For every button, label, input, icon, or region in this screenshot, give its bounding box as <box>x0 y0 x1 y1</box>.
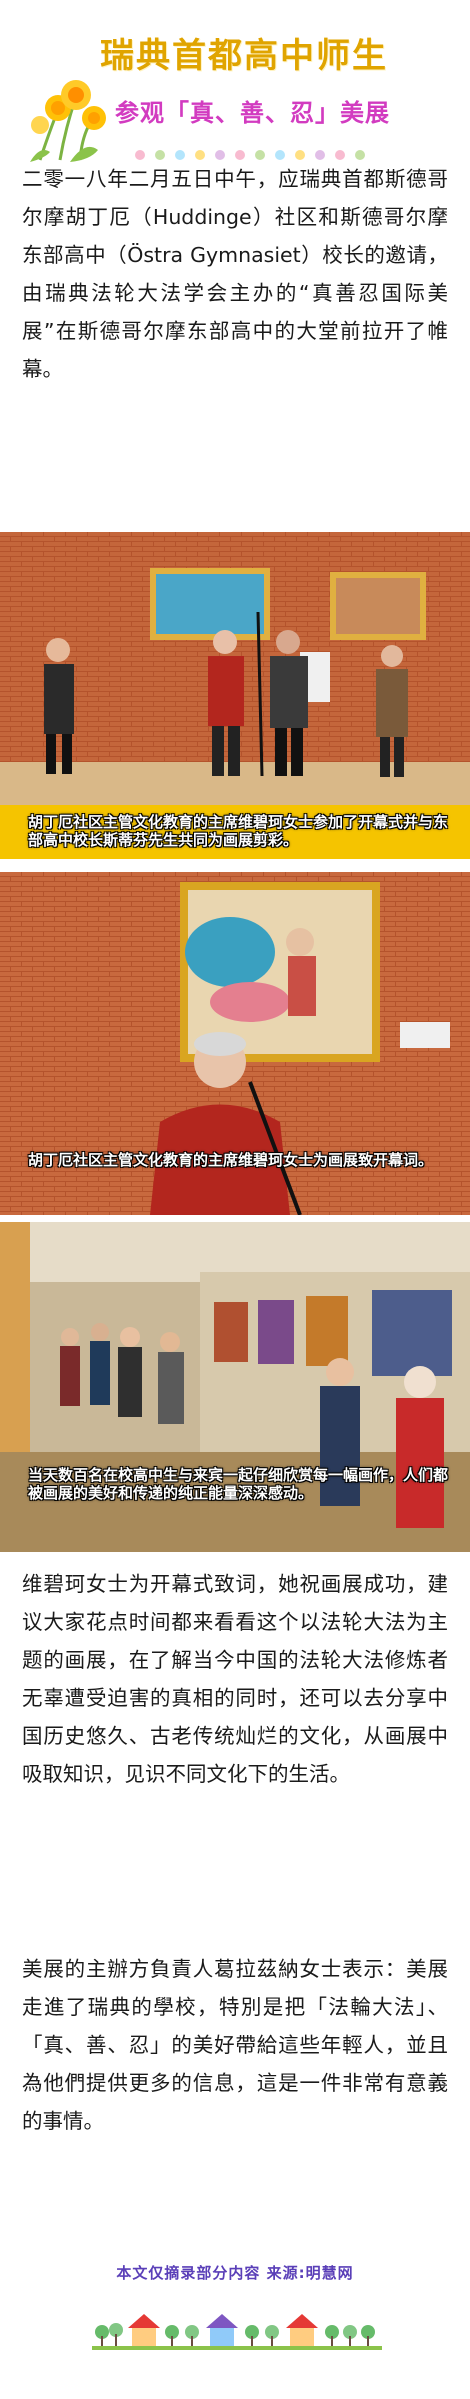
intro-paragraph-block: 二零一八年二月五日中午，应瑞典首都斯德哥尔摩胡丁厄（Huddinge）社区和斯德… <box>0 160 470 388</box>
speech-paragraph: 维碧珂女士为开幕式致词，她祝画展成功，建议大家花点时间都来看看这个以法轮大法为主… <box>22 1572 448 1786</box>
houses-trees-decoration <box>92 2314 382 2350</box>
page-title: 瑞典首都高中师生 <box>100 36 388 76</box>
photo-caption-text: 胡丁厄社区主管文化教育的主席维碧珂女士为画展致开幕词。 <box>28 1151 434 1169</box>
page-subtitle: 参观「真、善、忍」美展 <box>115 99 390 127</box>
photo-caption: 胡丁厄社区主管文化教育的主席维碧珂女士为画展致开幕词。 <box>0 1147 470 1173</box>
intro-paragraph: 二零一八年二月五日中午，应瑞典首都斯德哥尔摩胡丁厄（Huddinge）社区和斯德… <box>22 167 448 381</box>
header: 瑞典首都高中师生 参观「真、善、忍」美展 <box>0 0 470 165</box>
organizer-paragraph-block: 美展的主辦方負責人葛拉茲納女士表示：美展走進了瑞典的學校，特別是把「法輪大法」、… <box>0 1950 470 2140</box>
photo-caption-text: 胡丁厄社区主管文化教育的主席维碧珂女士参加了开幕式并与东部高中校长斯蒂芬先生共同… <box>28 813 449 849</box>
dandelion-flowers-icon <box>30 80 106 162</box>
photo-visitors-viewing: 当天数百名在校高中生与来宾一起仔细欣赏每一幅画作，人们都被画展的美好和传递的纯正… <box>0 1222 470 1552</box>
photo-opening-speech: 胡丁厄社区主管文化教育的主席维碧珂女士为画展致开幕词。 <box>0 872 470 1215</box>
source-note: 本文仅摘录部分内容 来源:明慧网 <box>116 2264 354 2282</box>
photo-caption: 当天数百名在校高中生与来宾一起仔细欣赏每一幅画作，人们都被画展的美好和传递的纯正… <box>0 1462 470 1506</box>
speech-paragraph-block: 维碧珂女士为开幕式致词，她祝画展成功，建议大家花点时间都来看看这个以法轮大法为主… <box>0 1565 470 1793</box>
photo-ribbon-cutting: 胡丁厄社区主管文化教育的主席维碧珂女士参加了开幕式并与东部高中校长斯蒂芬先生共同… <box>0 532 470 859</box>
photo-caption-text: 当天数百名在校高中生与来宾一起仔细欣赏每一幅画作，人们都被画展的美好和传递的纯正… <box>28 1466 449 1502</box>
photo-caption: 胡丁厄社区主管文化教育的主席维碧珂女士参加了开幕式并与东部高中校长斯蒂芬先生共同… <box>0 805 470 859</box>
organizer-paragraph: 美展的主辦方負責人葛拉茲納女士表示：美展走進了瑞典的學校，特別是把「法輪大法」、… <box>22 1957 448 2133</box>
